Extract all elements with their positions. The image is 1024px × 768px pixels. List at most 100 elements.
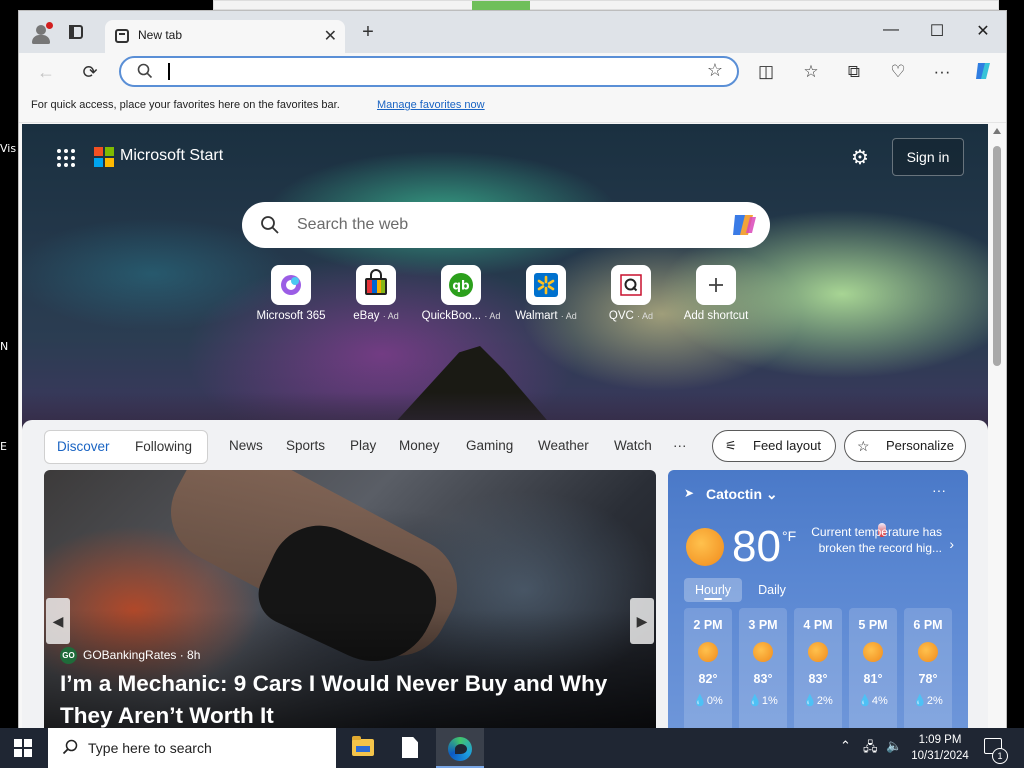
add-shortcut-button[interactable]: Add shortcut: [676, 265, 756, 322]
carousel-prev-button[interactable]: ◀: [46, 598, 70, 644]
system-clock[interactable]: 1:09 PM 10/31/2024: [904, 732, 976, 764]
sliders-icon: ⚟: [725, 438, 737, 453]
network-icon[interactable]: 🖧: [863, 738, 878, 760]
tab-sports[interactable]: Sports: [286, 438, 325, 453]
shortcut-quickbooks[interactable]: qb QuickBoo... · Ad: [421, 265, 501, 322]
notification-dot: [46, 22, 53, 29]
tab-following[interactable]: Following: [135, 439, 192, 454]
chevron-right-icon[interactable]: ›: [949, 536, 954, 552]
hero-article-card[interactable]: ◀ ▶ GO GOBankingRates · 8h I’m a Mechani…: [44, 470, 656, 733]
app-launcher-icon[interactable]: [57, 149, 75, 167]
text-caret: [168, 63, 170, 80]
weather-alert[interactable]: Current temperature has broken the recor…: [792, 524, 942, 556]
browser-essentials-icon[interactable]: ♡: [885, 59, 911, 85]
notepad-button[interactable]: [386, 728, 434, 768]
feed-layout-button[interactable]: ⚟ Feed layout: [712, 430, 836, 462]
copilot-logo-icon: [976, 63, 990, 79]
tab-money[interactable]: Money: [399, 438, 440, 453]
volume-icon[interactable]: 🔈: [886, 738, 902, 754]
tab-play[interactable]: Play: [350, 438, 376, 453]
sign-in-button[interactable]: Sign in: [892, 138, 964, 176]
weather-location[interactable]: Catoctin ⌄: [706, 486, 778, 503]
address-bar[interactable]: ☆: [119, 56, 739, 87]
chevron-down-icon: ⌄: [765, 486, 778, 502]
shortcut-ebay[interactable]: eBay · Ad: [336, 265, 416, 322]
scrollbar-thumb[interactable]: [993, 146, 1001, 366]
profile-button[interactable]: [29, 21, 53, 45]
document-icon: [402, 737, 418, 758]
maximize-button[interactable]: ☐: [923, 21, 951, 41]
refresh-button[interactable]: ⟳: [77, 59, 103, 85]
tab-new-tab[interactable]: New tab ✕: [105, 20, 345, 53]
chevron-up-icon[interactable]: ⌃: [840, 738, 851, 754]
file-explorer-button[interactable]: [338, 728, 386, 768]
news-feed: Discover Following News Sports Play Mone…: [22, 420, 988, 733]
edge-icon: [448, 737, 472, 761]
walmart-icon: [526, 265, 566, 305]
tab-hourly[interactable]: Hourly: [684, 578, 742, 602]
hourly-forecast-item: 3 PM 83° 💧1%: [739, 608, 787, 733]
new-tab-button[interactable]: +: [357, 21, 379, 44]
clock-date: 10/31/2024: [911, 750, 969, 762]
scroll-up-arrow-icon[interactable]: [993, 128, 1001, 134]
web-search-box[interactable]: Search the web: [242, 202, 770, 248]
tab-watch[interactable]: Watch: [614, 438, 652, 453]
favorite-star-icon[interactable]: ☆: [707, 60, 723, 81]
taskbar-search-box[interactable]: Type here to search: [48, 728, 336, 768]
shortcut-microsoft-365[interactable]: Microsoft 365: [251, 265, 331, 322]
more-tabs-button[interactable]: ···: [673, 438, 687, 453]
svg-text:qb: qb: [452, 279, 470, 293]
copilot-icon[interactable]: [730, 211, 760, 239]
tab-discover[interactable]: Discover: [57, 439, 110, 454]
favorites-bar: For quick access, place your favorites h…: [19, 91, 1006, 123]
carousel-next-button[interactable]: ▶: [630, 598, 654, 644]
tab-actions-button[interactable]: [67, 23, 85, 41]
vertical-scrollbar[interactable]: [989, 124, 1005, 733]
tab-gaming[interactable]: Gaming: [466, 438, 513, 453]
manage-favorites-link[interactable]: Manage favorites now: [377, 99, 485, 111]
favorites-icon[interactable]: ☆: [798, 59, 824, 85]
source-logo-icon: GO: [60, 647, 77, 664]
favorites-bar-message: For quick access, place your favorites h…: [31, 99, 340, 111]
close-tab-icon[interactable]: ✕: [324, 26, 337, 46]
desktop-icon-label: E: [0, 440, 7, 453]
close-window-button[interactable]: ✕: [969, 21, 997, 41]
sunny-icon: [686, 528, 724, 566]
tab-daily[interactable]: Daily: [748, 578, 796, 602]
search-icon: [261, 216, 279, 234]
tab-weather[interactable]: Weather: [538, 438, 589, 453]
minimize-button[interactable]: —: [877, 21, 905, 39]
copilot-icon[interactable]: [971, 59, 997, 85]
navigation-bar: ← ⟳ ☆ ◫ ☆ ⧉ ♡ ···: [19, 53, 1006, 91]
collections-icon[interactable]: ⧉: [841, 59, 867, 85]
shortcut-label: Walmart: [515, 310, 558, 322]
shortcut-qvc[interactable]: QVC · Ad: [591, 265, 671, 322]
sunny-icon: [808, 642, 828, 662]
feed-mode-toggle: Discover Following: [44, 430, 208, 464]
search-placeholder: Search the web: [297, 216, 409, 233]
windows-start-icon[interactable]: [14, 739, 32, 757]
search-icon: [62, 739, 78, 755]
personalize-button[interactable]: ☆ Personalize: [844, 430, 966, 462]
tab-news[interactable]: News: [229, 438, 263, 453]
more-options-icon[interactable]: ···: [929, 59, 955, 85]
sunny-icon: [863, 642, 883, 662]
hourly-forecast-item: 4 PM 83° 💧2%: [794, 608, 842, 733]
desktop-icon-label: N: [0, 340, 9, 353]
profile-icon: [36, 25, 46, 35]
split-screen-icon[interactable]: ◫: [753, 59, 779, 85]
search-icon: [137, 63, 153, 79]
article-headline[interactable]: I’m a Mechanic: 9 Cars I Would Never Buy…: [60, 668, 640, 732]
tab-bar: New tab ✕ + — ☐ ✕: [19, 11, 1006, 53]
desktop-icon-label: Vis: [0, 142, 17, 155]
article-source: GOBankingRates · 8h: [83, 648, 201, 662]
weather-card[interactable]: ➤ Catoctin ⌄ ··· 80 °F Current temperatu…: [668, 470, 968, 733]
shortcut-walmart[interactable]: Walmart · Ad: [506, 265, 586, 322]
back-button[interactable]: ←: [33, 59, 59, 85]
more-options-icon[interactable]: ···: [932, 482, 946, 498]
settings-gear-icon[interactable]: ⚙: [851, 145, 869, 170]
shortcut-label: Add shortcut: [683, 310, 749, 322]
edge-taskbar-button[interactable]: [436, 728, 484, 768]
sunny-icon: [698, 642, 718, 662]
background-window: [213, 0, 999, 10]
